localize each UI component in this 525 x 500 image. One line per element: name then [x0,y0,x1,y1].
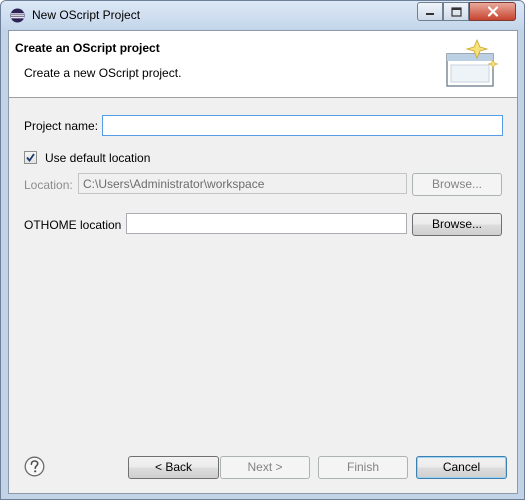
close-button[interactable] [469,2,516,21]
eclipse-icon [10,8,25,23]
othome-location-input[interactable] [126,213,407,234]
wizard-header: Create an OScript project Create a new O… [9,31,517,98]
maximize-button[interactable] [443,2,469,21]
project-name-input[interactable] [102,115,503,136]
checkmark-icon [26,153,35,162]
dialog-window: New OScript Project Create an OScript pr… [0,0,525,500]
help-icon[interactable] [24,456,45,477]
wizard-banner-icon [446,38,499,87]
window-title: New OScript Project [32,8,141,22]
next-button[interactable]: Next > [220,456,310,479]
cancel-button[interactable]: Cancel [416,456,507,479]
dialog-content: Create an OScript project Create a new O… [8,30,518,494]
location-label: Location: [24,178,73,192]
finish-button[interactable]: Finish [318,456,408,479]
back-button[interactable]: < Back [128,456,219,479]
use-default-location-checkbox[interactable] [24,151,37,164]
minimize-icon [426,12,434,15]
maximize-icon [450,6,462,17]
othome-browse-button[interactable]: Browse... [412,213,502,236]
location-input[interactable] [78,173,407,194]
page-description: Create a new OScript project. [24,66,182,80]
page-title: Create an OScript project [15,41,160,55]
minimize-button[interactable] [417,2,443,21]
title-bar: New OScript Project [1,1,524,29]
location-browse-button[interactable]: Browse... [412,173,502,196]
use-default-location-label[interactable]: Use default location [45,151,150,165]
othome-location-label: OTHOME location [24,218,122,232]
project-name-label: Project name: [24,119,99,133]
close-icon [487,6,498,17]
